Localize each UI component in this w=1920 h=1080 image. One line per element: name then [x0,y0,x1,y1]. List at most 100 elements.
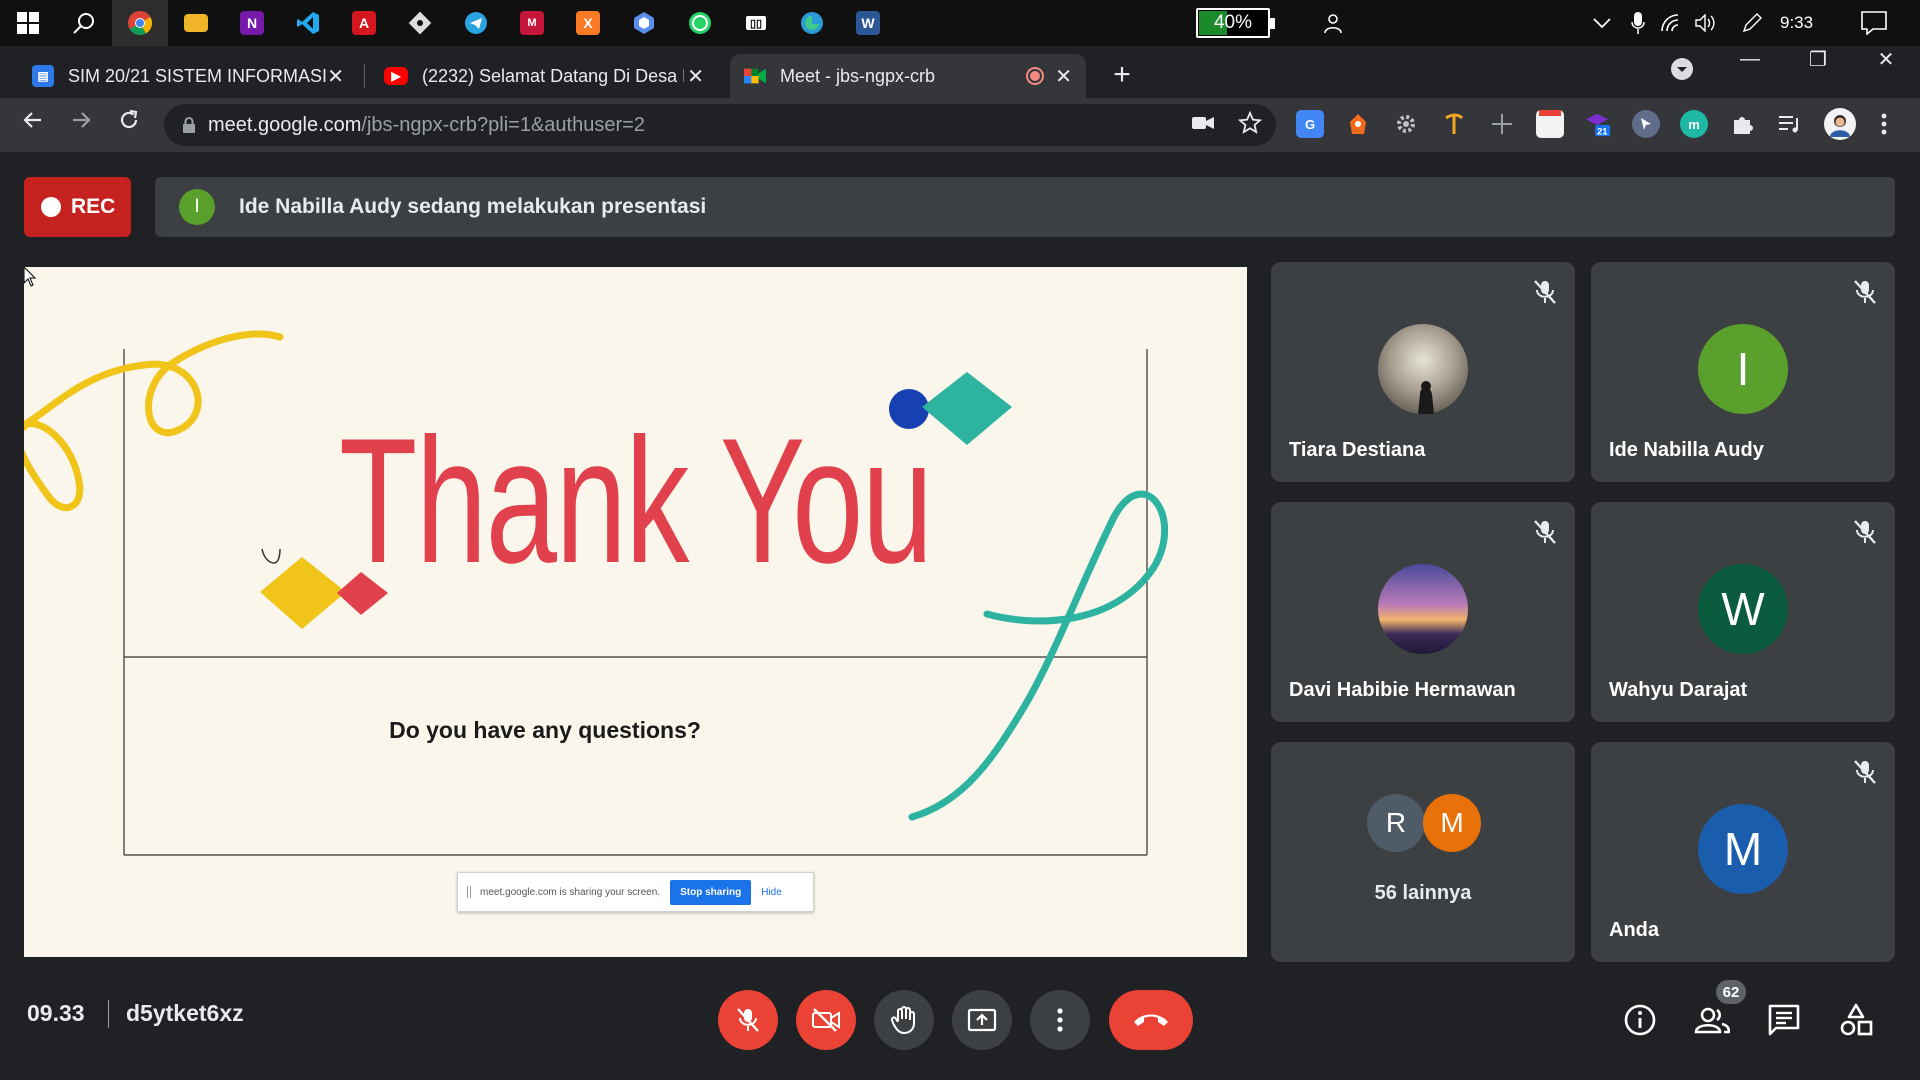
meeting-code: d5ytket6xz [126,1000,244,1026]
translate-extension-icon[interactable]: G [1296,110,1324,138]
slide-decoration [24,330,1168,856]
tab-youtube[interactable]: ▶ (2232) Selamat Datang Di Desa K ✕ [370,54,718,98]
acrobat-icon[interactable]: A [336,0,392,46]
xampp-icon[interactable]: X [560,0,616,46]
address-bar[interactable]: meet.google.com/jbs-ngpx-crb?pli=1&authu… [164,104,1276,146]
participant-tile[interactable]: Tiara Destiana [1271,262,1575,482]
volume-icon[interactable] [1694,0,1718,46]
url-domain: meet.google.com [208,113,362,136]
search-button[interactable] [56,0,112,46]
reload-button[interactable] [112,108,146,142]
rec-label: REC [71,195,116,218]
fox-extension-icon[interactable] [1344,110,1372,138]
battery-percentage: 40% [1213,12,1253,33]
profile-avatar[interactable] [1824,108,1856,140]
wifi-icon[interactable] [1660,0,1684,46]
classroom-extension-icon[interactable]: 21 [1584,110,1612,138]
edge-icon[interactable] [784,0,840,46]
muted-mic-icon [1534,520,1556,544]
hang-up-icon [1134,1014,1168,1026]
m-extension-icon[interactable]: m [1680,110,1708,138]
file-explorer-icon[interactable] [168,0,224,46]
tab-sim[interactable]: ▤ SIM 20/21 SISTEM INFORMASI M ✕ [18,54,358,98]
onenote-icon[interactable]: N [224,0,280,46]
windows-taskbar: N A M X ▯▯ W 40% 9:33 [0,0,1920,46]
participant-avatar: W [1698,564,1788,654]
camera-indicator-icon[interactable] [1192,115,1214,136]
recording-badge[interactable]: REC [24,177,131,237]
camera-toggle-button[interactable] [796,990,856,1050]
drag-handle-icon[interactable] [467,886,471,898]
meeting-info-icon[interactable] [1622,1002,1658,1038]
app-hexagon-icon[interactable] [616,0,672,46]
muted-mic-icon [1854,520,1876,544]
microphone-toggle-button[interactable] [718,990,778,1050]
pickaxe-extension-icon[interactable] [1440,110,1468,138]
leave-call-button[interactable] [1109,990,1193,1050]
muted-mic-icon [1854,280,1876,304]
presentation-slide[interactable]: Thank You Do you have any questions? mee… [24,267,1247,957]
svg-text:21: 21 [1597,126,1607,136]
git-icon[interactable] [392,0,448,46]
participant-photo-avatar [1378,324,1468,414]
meet-page: REC I Ide Nabilla Audy sedang melakukan … [0,152,1920,1080]
participant-tile[interactable]: W Wahyu Darajat [1591,502,1895,722]
calendar-extension-icon[interactable] [1536,110,1564,138]
move-extension-icon[interactable] [1488,110,1516,138]
close-icon[interactable]: ✕ [327,64,344,89]
puzzle-extensions-icon[interactable] [1728,110,1756,138]
chat-icon[interactable] [1766,1002,1802,1038]
hand-icon [890,1006,915,1034]
participant-tile[interactable]: Davi Habibie Hermawan [1271,502,1575,722]
vscode-icon[interactable] [280,0,336,46]
close-window-button[interactable]: ✕ [1852,36,1920,82]
people-icon[interactable] [1316,0,1350,46]
screen-share-notice: meet.google.com is sharing your screen. … [457,872,814,912]
telegram-icon[interactable] [448,0,504,46]
people-icon[interactable] [1694,1002,1730,1038]
back-button[interactable] [16,108,50,142]
self-tile[interactable]: M Anda [1591,742,1895,962]
share-notice-text: meet.google.com is sharing your screen. [480,886,661,898]
more-vert-icon [1057,1008,1063,1032]
record-dot-icon [41,197,61,217]
activities-icon[interactable] [1838,1002,1874,1038]
search-icon [73,13,94,34]
recording-indicator-icon [1026,67,1044,85]
participant-tile[interactable]: I Ide Nabilla Audy [1591,262,1895,482]
mendeley-icon[interactable]: M [504,0,560,46]
start-button[interactable] [0,0,56,46]
stop-sharing-button[interactable]: Stop sharing [670,879,752,905]
tab-search-button[interactable] [1648,46,1716,92]
media-control-icon[interactable] [1776,110,1804,138]
chrome-menu-icon[interactable] [1874,110,1894,138]
tab-meet[interactable]: Meet - jbs-ngpx-crb ✕ [730,54,1086,98]
url-path: /jbs-ngpx-crb?pli=1&authuser=2 [361,113,645,136]
whatsapp-icon[interactable] [672,0,728,46]
close-icon[interactable]: ✕ [687,64,704,89]
chevron-up-icon[interactable] [1590,0,1614,46]
raise-hand-button[interactable] [874,990,934,1050]
minimize-button[interactable]: — [1716,36,1784,82]
participant-name: Wahyu Darajat [1609,679,1748,701]
others-tile[interactable]: R M 56 lainnya [1271,742,1575,962]
more-options-button[interactable] [1030,990,1090,1050]
cursor-extension-icon[interactable] [1632,110,1660,138]
reader-icon[interactable]: ▯▯ [728,0,784,46]
chrome-taskbar-icon[interactable] [112,0,168,46]
close-icon[interactable]: ✕ [1055,64,1072,89]
hide-link[interactable]: Hide [761,887,782,898]
bookmark-star-icon[interactable] [1237,110,1263,140]
participant-name: Ide Nabilla Audy [1609,439,1764,461]
other-participant-avatar: R [1367,794,1425,852]
meet-icon [744,65,766,87]
participant-name: Tiara Destiana [1289,439,1426,461]
classroom-icon: ▤ [32,65,54,87]
new-tab-button[interactable]: + [1104,58,1140,94]
word-icon[interactable]: W [840,0,896,46]
gear-extension-icon[interactable] [1392,110,1420,138]
forward-button[interactable] [64,108,98,142]
restore-button[interactable]: ❐ [1784,36,1852,82]
present-screen-button[interactable] [952,990,1012,1050]
microphone-icon[interactable] [1626,0,1650,46]
